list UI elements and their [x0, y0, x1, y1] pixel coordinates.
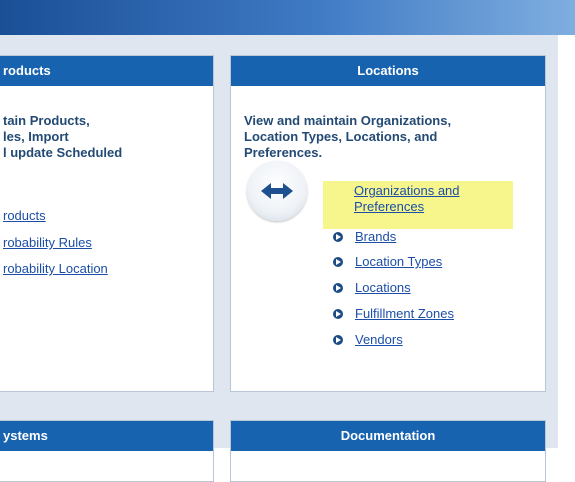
left-right-arrow-icon: [247, 161, 307, 221]
bullet-arrow-icon: [333, 232, 343, 242]
locations-desc-line: Preferences.: [244, 145, 323, 160]
locations-desc-line: Location Types, Locations, and: [244, 129, 438, 144]
organizations-link-line[interactable]: Preferences: [354, 199, 460, 215]
products-description: tain Products, les, Import l update Sche…: [3, 113, 122, 161]
products-link[interactable]: roducts: [3, 208, 46, 224]
bullet-arrow-icon: [333, 283, 343, 293]
bullet-arrow-icon: [333, 257, 343, 267]
probability-location-link[interactable]: robability Location: [3, 261, 108, 277]
products-panel-header: roducts: [0, 56, 213, 86]
products-header-text: roducts: [3, 63, 51, 78]
systems-panel-header: ystems: [0, 421, 213, 451]
products-desc-line: les, Import: [3, 129, 69, 144]
systems-header-text: ystems: [3, 428, 48, 443]
bullet-arrow-icon: [333, 309, 343, 319]
locations-desc-line: View and maintain Organizations,: [244, 113, 452, 128]
products-desc-line: tain Products,: [3, 113, 90, 128]
location-types-link[interactable]: Location Types: [355, 254, 442, 270]
locations-link[interactable]: Locations: [355, 280, 411, 296]
vendors-link[interactable]: Vendors: [355, 332, 403, 348]
brands-link[interactable]: Brands: [355, 229, 396, 245]
locations-description: View and maintain Organizations, Locatio…: [244, 113, 451, 161]
bullet-arrow-icon: [333, 335, 343, 345]
right-margin: [558, 35, 575, 448]
top-banner: [0, 0, 575, 35]
systems-panel: ystems: [0, 420, 214, 482]
products-panel: roducts tain Products, les, Import l upd…: [0, 55, 214, 392]
products-desc-line: l update Scheduled: [3, 145, 123, 160]
locations-header-text: Locations: [357, 63, 419, 78]
documentation-panel-header: Documentation: [231, 421, 545, 451]
organizations-link-line[interactable]: Organizations and: [354, 183, 460, 199]
fulfillment-zones-link[interactable]: Fulfillment Zones: [355, 306, 454, 322]
organizations-link[interactable]: Organizations and Preferences: [354, 183, 460, 215]
probability-rules-link[interactable]: robability Rules: [3, 235, 92, 251]
documentation-header-text: Documentation: [340, 428, 436, 443]
locations-panel-header: Locations: [231, 56, 545, 86]
documentation-panel: Documentation: [230, 420, 546, 482]
